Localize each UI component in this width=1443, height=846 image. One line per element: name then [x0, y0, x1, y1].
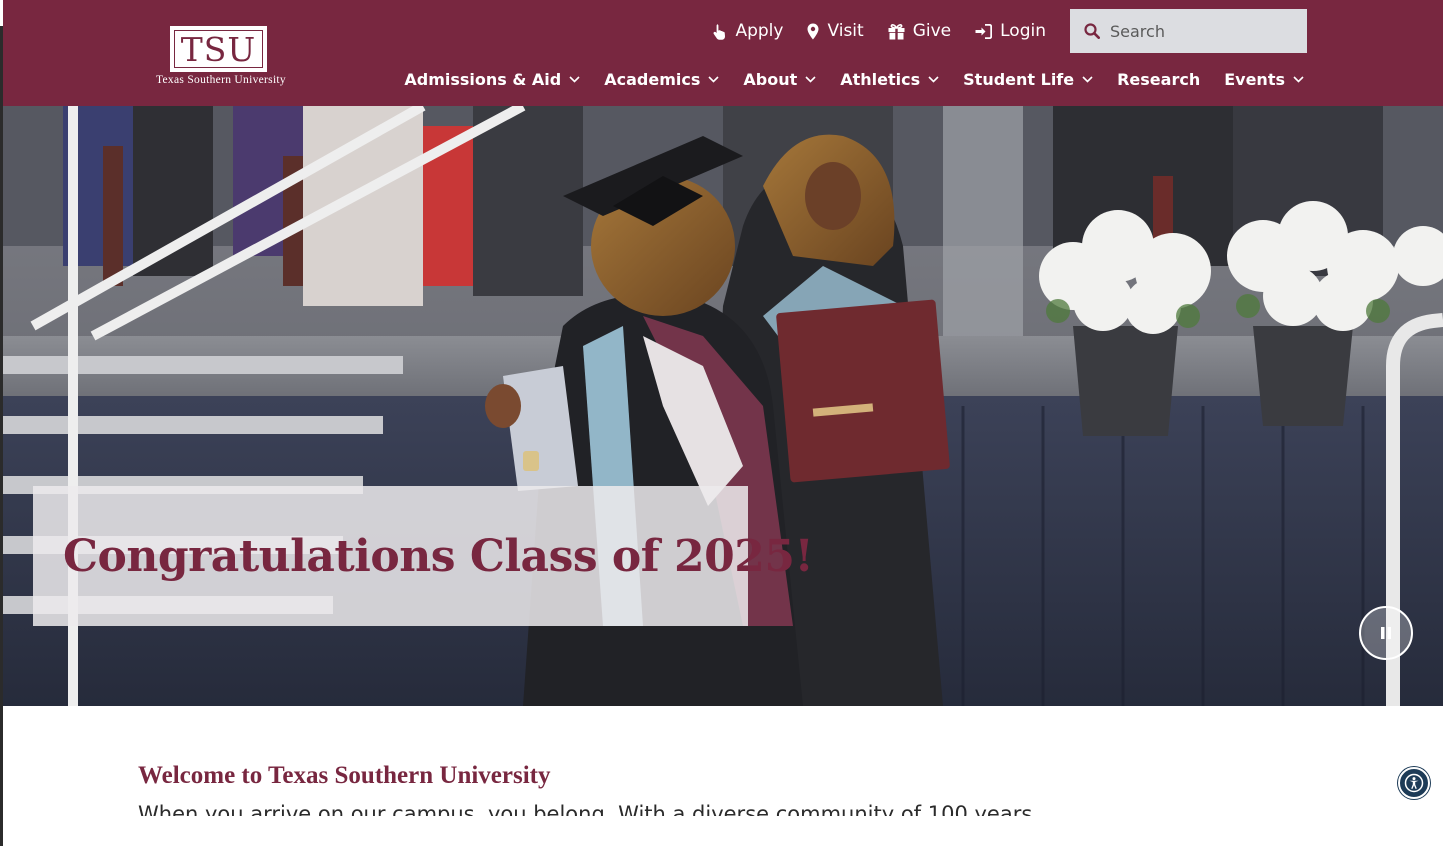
video-pause-button[interactable] [1359, 606, 1413, 660]
logo-letters: TSU [180, 29, 257, 69]
nav-athletics[interactable]: Athletics [840, 70, 939, 89]
nav-about[interactable]: About [743, 70, 816, 89]
nav-academics-label: Academics [604, 70, 701, 89]
sign-in-icon [975, 23, 993, 39]
nav-research-label: Research [1117, 70, 1201, 89]
nav-student-life-label: Student Life [963, 70, 1075, 89]
search-input[interactable] [1110, 21, 1290, 41]
tsu-logo[interactable]: TSU Texas Southern University [130, 26, 312, 90]
chevron-down-icon [1082, 76, 1093, 83]
site-header: TSU Texas Southern University Apply Visi… [3, 0, 1443, 106]
login-link[interactable]: Login [975, 21, 1046, 41]
chevron-down-icon [708, 76, 719, 83]
apply-label: Apply [735, 21, 784, 41]
nav-athletics-label: Athletics [840, 70, 921, 89]
hero-caption-text: Congratulations Class of 2025! [63, 530, 814, 582]
chevron-down-icon [569, 76, 580, 83]
give-label: Give [912, 21, 952, 41]
apply-link[interactable]: Apply [712, 21, 783, 41]
accessibility-button[interactable] [1398, 767, 1430, 799]
search-box[interactable] [1070, 9, 1307, 53]
utility-nav: Apply Visit Give Login [712, 9, 1307, 53]
chevron-down-icon [1293, 76, 1304, 83]
welcome-title: Welcome to Texas Southern University [138, 762, 551, 789]
window-edge-top [0, 0, 3, 26]
nav-research[interactable]: Research [1117, 70, 1200, 89]
map-marker-icon [807, 23, 819, 39]
nav-student-life[interactable]: Student Life [963, 70, 1093, 89]
welcome-body-clipped: When you arrive on our campus, you belon… [138, 802, 1298, 816]
hand-pointer-icon [713, 23, 726, 40]
gift-icon [888, 23, 905, 39]
hero-caption: Congratulations Class of 2025! [33, 486, 814, 626]
nav-events[interactable]: Events [1224, 70, 1304, 89]
visit-link[interactable]: Visit [807, 21, 864, 41]
search-icon [1084, 23, 1100, 39]
main-nav: Admissions & Aid Academics About Athleti… [380, 70, 1304, 89]
nav-admissions-aid[interactable]: Admissions & Aid [404, 70, 580, 89]
nav-academics[interactable]: Academics [604, 70, 719, 89]
accessibility-icon [1404, 773, 1424, 793]
logo-university-name: Texas Southern University [156, 74, 286, 86]
nav-about-label: About [743, 70, 798, 89]
login-label: Login [1000, 21, 1046, 41]
chevron-down-icon [805, 76, 816, 83]
logo-mark: TSU [170, 26, 267, 72]
window-edge [0, 0, 3, 846]
visit-label: Visit [827, 21, 864, 41]
pause-icon [1381, 627, 1391, 639]
chevron-down-icon [928, 76, 939, 83]
give-link[interactable]: Give [888, 21, 951, 41]
welcome-section: Welcome to Texas Southern University Whe… [138, 762, 1298, 816]
nav-admissions-aid-label: Admissions & Aid [404, 70, 562, 89]
hero-video: Congratulations Class of 2025! [3, 106, 1443, 706]
nav-events-label: Events [1224, 70, 1285, 89]
welcome-body-text: When you arrive on our campus, you belon… [138, 802, 1053, 816]
